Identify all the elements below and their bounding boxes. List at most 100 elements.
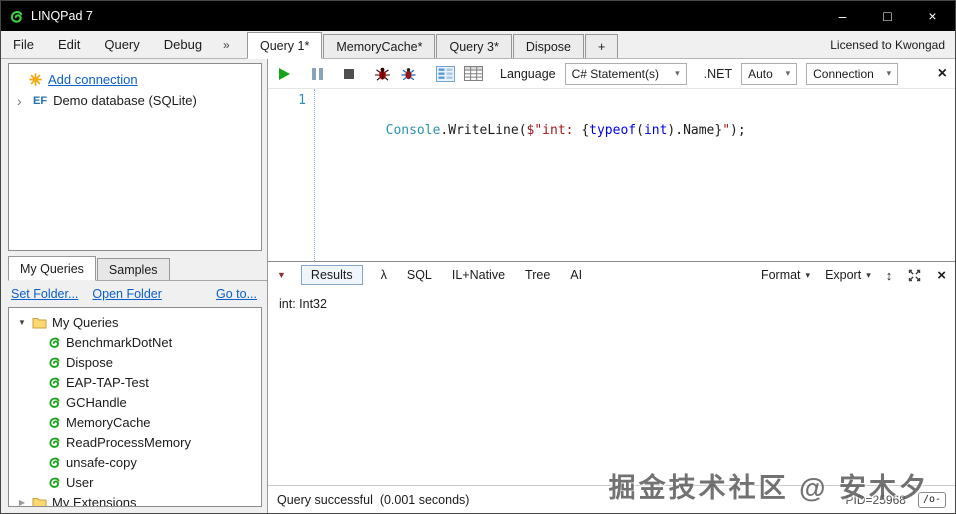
dropdown-caret-icon: ▾ — [675, 68, 680, 78]
add-connection-row[interactable]: Add connection — [13, 69, 257, 90]
format-dropdown[interactable]: Format ▾ — [761, 268, 810, 282]
code-token: { — [581, 123, 590, 138]
tree-node-my-extensions[interactable]: ▶ My Extensions — [9, 492, 261, 507]
expand-chevron-icon[interactable]: › — [17, 93, 27, 109]
export-dropdown[interactable]: Export ▾ — [825, 268, 871, 282]
left-tab[interactable]: Samples — [96, 258, 170, 280]
query-tab[interactable]: Dispose — [512, 34, 584, 58]
add-connection-link[interactable]: Add connection — [48, 72, 138, 87]
close-query-icon[interactable]: × — [938, 65, 947, 83]
query-icon — [47, 415, 61, 429]
query-icon — [47, 435, 61, 449]
tree-node-my-queries[interactable]: ▼ My Queries — [9, 312, 261, 332]
code-token: .WriteLine( — [440, 123, 527, 138]
close-button[interactable]: × — [910, 1, 955, 31]
left-panel: Add connection › EF Demo database (SQLit… — [1, 59, 267, 513]
results-tab[interactable]: AI — [568, 266, 584, 284]
menu-overflow-chevron-icon[interactable]: » — [223, 38, 247, 52]
left-tab[interactable]: My Queries — [8, 256, 96, 281]
menu-item[interactable]: File — [1, 37, 46, 52]
debug-bug-icon[interactable] — [374, 66, 391, 82]
code-token: int — [643, 123, 668, 138]
menu-item[interactable]: Edit — [46, 37, 92, 52]
linqpad-logo-icon — [1, 8, 31, 24]
menu-bar: File Edit Query Debug — [1, 31, 223, 58]
expand-results-icon[interactable] — [907, 268, 922, 283]
output-mode-button[interactable]: /o- — [917, 491, 946, 508]
query-list: BenchmarkDotNet Dispose EAP-TAP-Test GCH… — [9, 332, 261, 492]
query-tab-strip: Query 1* MemoryCache* Query 3* Dispose + — [247, 31, 619, 59]
dotnet-value: Auto — [748, 66, 773, 81]
star-icon — [29, 73, 42, 86]
main-panel: Language C# Statement(s) ▾ .NET Auto ▾ C… — [267, 59, 955, 513]
stop-button[interactable] — [343, 68, 355, 80]
data-grid-results-icon[interactable] — [464, 66, 483, 81]
window-body: Add connection › EF Demo database (SQLit… — [1, 59, 955, 513]
queries-tree: ▼ My Queries BenchmarkDotNet Dispose EAP… — [8, 307, 262, 507]
results-tab[interactable]: IL+Native — [450, 266, 507, 284]
query-icon — [47, 395, 61, 409]
tree-node-query[interactable]: User — [9, 472, 261, 492]
menu-item[interactable]: Debug — [152, 37, 214, 52]
dotnet-label: .NET — [703, 66, 733, 81]
tree-node-label: EAP-TAP-Test — [66, 374, 149, 390]
go-to-link[interactable]: Go to... — [216, 287, 257, 301]
line-number: 1 — [298, 93, 306, 108]
expand-arrow-icon[interactable]: ▶ — [17, 498, 27, 507]
query-toolbar: Language C# Statement(s) ▾ .NET Auto ▾ C… — [268, 59, 955, 89]
debug-options-bug-icon[interactable] — [400, 66, 417, 82]
query-tab[interactable]: MemoryCache* — [323, 34, 436, 58]
dotnet-select[interactable]: Auto ▾ — [741, 62, 798, 85]
dropdown-caret-icon: ▾ — [805, 269, 811, 280]
menu-item[interactable]: Query — [92, 37, 151, 52]
results-tab[interactable]: λ — [379, 266, 389, 284]
connection-item[interactable]: › EF Demo database (SQLite) — [13, 90, 257, 111]
code-editor[interactable]: 1 Console.WriteLine($"int: {typeof(int).… — [268, 89, 955, 261]
tree-node-query[interactable]: ReadProcessMemory — [9, 432, 261, 452]
tree-node-label: Dispose — [66, 354, 113, 370]
pause-button[interactable] — [311, 67, 324, 81]
dropdown-caret-icon: ▾ — [886, 68, 892, 78]
tree-node-query[interactable]: BenchmarkDotNet — [9, 332, 261, 352]
close-results-icon[interactable]: × — [937, 267, 946, 284]
language-label: Language — [500, 66, 556, 81]
results-tab[interactable]: Results — [300, 265, 363, 285]
tree-node-query[interactable]: EAP-TAP-Test — [9, 372, 261, 392]
tree-node-label: BenchmarkDotNet — [66, 334, 173, 350]
tree-node-query[interactable]: GCHandle — [9, 392, 261, 412]
run-button[interactable] — [276, 66, 292, 82]
rich-text-results-icon[interactable] — [436, 65, 455, 82]
line-number-gutter: 1 — [268, 89, 314, 261]
language-select[interactable]: C# Statement(s) ▾ — [564, 62, 687, 85]
left-tab-strip: My Queries Samples — [8, 256, 267, 281]
window-title: LINQPad 7 — [31, 9, 93, 23]
code-token: ); — [730, 123, 746, 138]
results-tab[interactable]: SQL — [405, 266, 434, 284]
code-token: ( — [636, 123, 644, 138]
collapse-results-icon[interactable]: ▼ — [277, 270, 286, 280]
dropdown-caret-icon: ▾ — [785, 68, 791, 78]
open-folder-link[interactable]: Open Folder — [92, 287, 161, 301]
folder-icon — [32, 316, 47, 329]
connection-select[interactable]: Connection ▾ — [806, 62, 899, 85]
folder-icon — [32, 496, 47, 506]
code-line[interactable]: Console.WriteLine($"int: {typeof(int).Na… — [314, 89, 955, 261]
query-tab[interactable]: Query 3* — [436, 34, 512, 58]
resize-panel-icon[interactable]: ↕ — [886, 268, 893, 283]
tree-node-label: ReadProcessMemory — [66, 434, 191, 450]
tree-node-query[interactable]: MemoryCache — [9, 412, 261, 432]
minimize-button[interactable]: – — [820, 1, 865, 31]
collapse-arrow-icon[interactable]: ▼ — [17, 318, 27, 327]
set-folder-link[interactable]: Set Folder... — [11, 287, 78, 301]
tree-node-query[interactable]: Dispose — [9, 352, 261, 372]
results-tab-strip: Results λ SQL IL+Native Tree AI — [300, 265, 584, 285]
maximize-button[interactable]: □ — [865, 1, 910, 31]
tree-node-label: My Queries — [52, 314, 119, 330]
tree-node-query[interactable]: unsafe-copy — [9, 452, 261, 472]
license-text: Licensed to Kwongad — [830, 38, 945, 52]
code-token: $"int: — [526, 123, 582, 138]
query-tab[interactable]: + — [585, 34, 619, 58]
query-tab[interactable]: Query 1* — [247, 32, 323, 59]
results-tab[interactable]: Tree — [523, 266, 552, 284]
connection-label: Demo database (SQLite) — [53, 93, 197, 108]
